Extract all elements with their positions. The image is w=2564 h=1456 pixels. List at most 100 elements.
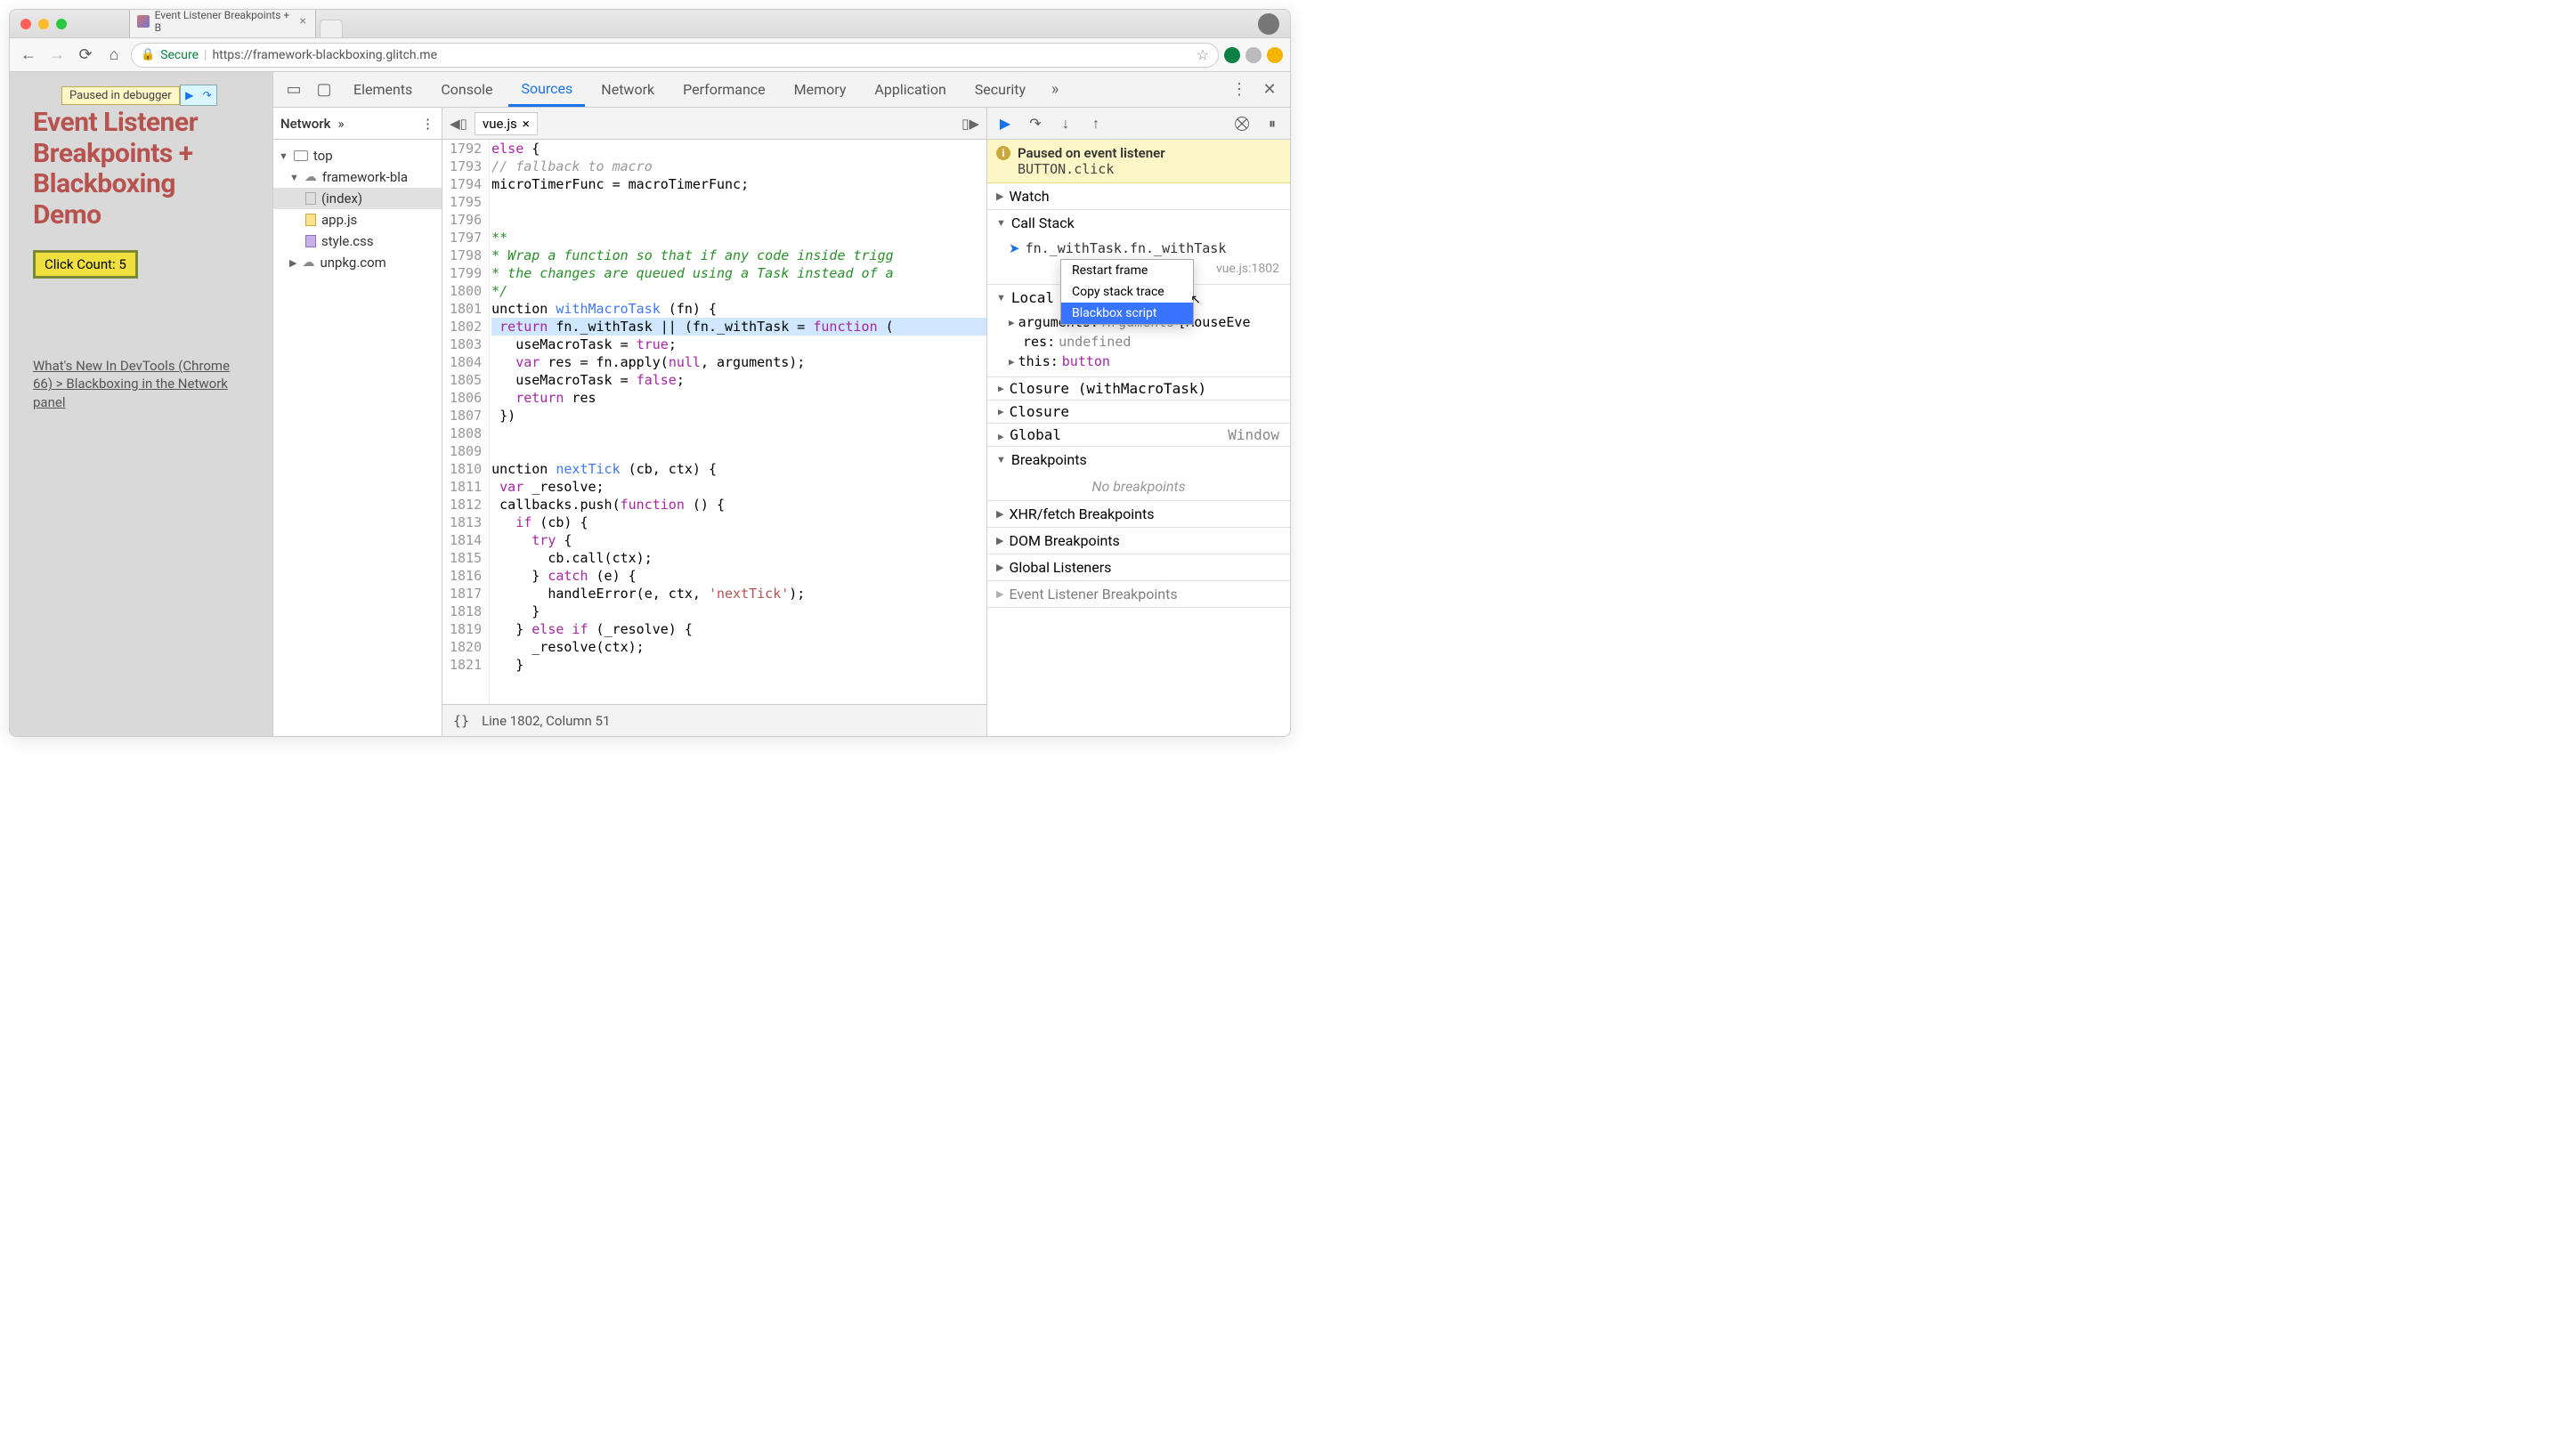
breakpoints-section-header[interactable]: ▼Breakpoints xyxy=(987,447,1290,473)
editor-pane: ◀▯ vue.js × ▯▶ 1792179317941795179617971… xyxy=(442,108,987,736)
editor-tab-label: vue.js xyxy=(483,116,517,132)
devtools-tab-memory[interactable]: Memory xyxy=(782,74,859,105)
step-out-icon[interactable]: ↑ xyxy=(1083,111,1108,136)
tree-domain[interactable]: ▼☁framework-bla xyxy=(273,166,442,188)
devtools-tab-elements[interactable]: Elements xyxy=(341,74,425,105)
devtools-tab-application[interactable]: Application xyxy=(862,74,958,105)
tree-domain-unpkg[interactable]: ▶☁unpkg.com xyxy=(273,252,442,273)
file-tree: ▼top ▼☁framework-bla (index) app.js styl… xyxy=(273,140,442,279)
close-devtools-icon[interactable]: ✕ xyxy=(1256,77,1283,103)
lock-icon: 🔒 xyxy=(141,48,155,61)
extension-green-icon[interactable] xyxy=(1224,47,1240,63)
step-over-icon[interactable]: ↷ xyxy=(1023,111,1048,136)
show-navigator-icon[interactable]: ◀▯ xyxy=(448,113,469,134)
devtools-tab-performance[interactable]: Performance xyxy=(670,74,778,105)
extension-gray-icon[interactable] xyxy=(1245,47,1262,63)
forward-button[interactable]: → xyxy=(45,44,69,67)
close-window-icon[interactable] xyxy=(20,19,31,29)
deactivate-breakpoints-icon[interactable]: ⛒ xyxy=(1229,111,1254,136)
devtools-tab-network[interactable]: Network xyxy=(588,74,667,105)
tree-file-stylecss[interactable]: style.css xyxy=(273,231,442,252)
new-tab-button[interactable] xyxy=(320,20,343,37)
click-count-button[interactable]: Click Count: 5 xyxy=(33,250,138,279)
browser-toolbar: ← → ⟳ ⌂ 🔒 Secure | https://framework-bla… xyxy=(10,38,1290,72)
back-button[interactable]: ← xyxy=(17,44,40,67)
browser-tab[interactable]: Event Listener Breakpoints + B × xyxy=(129,9,316,37)
devtools-tab-security[interactable]: Security xyxy=(962,74,1038,105)
extension-orange-icon[interactable] xyxy=(1267,47,1283,63)
tree-file-index[interactable]: (index) xyxy=(273,188,442,209)
tree-file-appjs[interactable]: app.js xyxy=(273,209,442,231)
secure-label: Secure xyxy=(160,48,199,62)
kebab-menu-icon[interactable]: ⋮ xyxy=(1226,77,1253,103)
call-stack-frame[interactable]: ➤fn._withTask.fn._withTask xyxy=(987,238,1290,259)
scope-global[interactable]: ▶ GlobalWindow xyxy=(987,424,1290,446)
context-menu-blackbox-script[interactable]: Blackbox script xyxy=(1061,303,1193,324)
no-breakpoints-label: No breakpoints xyxy=(987,473,1290,500)
window-titlebar: Event Listener Breakpoints + B × xyxy=(10,10,1290,38)
cloud-icon: ☁ xyxy=(302,255,314,270)
reload-button[interactable]: ⟳ xyxy=(74,44,97,67)
pretty-print-icon[interactable]: {} xyxy=(453,713,469,729)
dom-breakpoints-header[interactable]: ▶DOM Breakpoints xyxy=(987,528,1290,554)
scope-closure1[interactable]: ▶Closure (withMacroTask) xyxy=(987,377,1290,400)
device-toggle-icon[interactable]: ▢ xyxy=(311,77,337,103)
close-tab-icon[interactable]: × xyxy=(300,14,306,28)
devtools-tab-console[interactable]: Console xyxy=(428,74,505,105)
url-text: https://framework-blackboxing.glitch.me xyxy=(212,48,437,62)
current-frame-icon: ➤ xyxy=(1009,240,1020,256)
pause-exceptions-icon[interactable]: ⏸ xyxy=(1260,111,1285,136)
cursor-position: Line 1802, Column 51 xyxy=(482,713,610,729)
cloud-icon: ☁ xyxy=(304,170,317,184)
event-listener-breakpoints-header[interactable]: ▶Event Listener Breakpoints xyxy=(987,581,1290,607)
profile-avatar-icon[interactable] xyxy=(1258,13,1279,35)
devtools-tab-sources[interactable]: Sources xyxy=(508,73,585,107)
inspect-element-icon[interactable]: ▭ xyxy=(280,77,307,103)
more-tabs-icon[interactable]: » xyxy=(1042,77,1068,103)
context-menu-copy-stack[interactable]: Copy stack trace xyxy=(1061,281,1193,303)
devtools-panel: ▭ ▢ ElementsConsoleSourcesNetworkPerform… xyxy=(272,72,1290,736)
devtools-tabbar: ▭ ▢ ElementsConsoleSourcesNetworkPerform… xyxy=(273,72,1290,108)
show-debugger-icon[interactable]: ▯▶ xyxy=(960,113,981,134)
overlay-step-icon[interactable]: ↷ xyxy=(199,85,216,105)
navigator-menu-icon[interactable]: ⋮ xyxy=(421,116,434,132)
file-icon xyxy=(305,192,316,205)
context-menu-restart-frame[interactable]: Restart frame xyxy=(1061,260,1193,281)
editor-tab[interactable]: vue.js × xyxy=(475,112,538,135)
global-listeners-header[interactable]: ▶Global Listeners xyxy=(987,554,1290,580)
debugger-paused-label: Paused in debugger xyxy=(61,86,180,105)
scope-closure2[interactable]: ▶Closure xyxy=(987,400,1290,423)
address-bar[interactable]: 🔒 Secure | https://framework-blackboxing… xyxy=(131,43,1219,68)
browser-window: Event Listener Breakpoints + B × ← → ⟳ ⌂… xyxy=(9,9,1291,737)
js-file-icon xyxy=(305,214,316,226)
maximize-window-icon[interactable] xyxy=(56,19,67,29)
page-heading: Event Listener Breakpoints + Blackboxing… xyxy=(33,108,249,231)
debugger-pane: ▶ ↷ ↓ ↑ ⛒ ⏸ iPaused on event listener BU… xyxy=(987,108,1290,736)
frame-location[interactable]: vue.js:1802 xyxy=(1216,262,1279,276)
context-menu: Restart frame Copy stack trace Blackbox … xyxy=(1060,259,1194,325)
overlay-resume-icon[interactable]: ▶ xyxy=(181,85,199,105)
navigator-tab-label[interactable]: Network xyxy=(280,116,330,132)
devtools-body: Network » ⋮ ▼top ▼☁framework-bla (index)… xyxy=(273,108,1290,736)
step-into-icon[interactable]: ↓ xyxy=(1053,111,1078,136)
watch-section-header[interactable]: ▶Watch xyxy=(987,183,1290,209)
scope-var-res[interactable]: res: undefined xyxy=(987,332,1290,352)
callstack-section-header[interactable]: ▼Call Stack xyxy=(987,210,1290,236)
info-icon: i xyxy=(996,146,1010,160)
debugger-toolbar: ▶ ↷ ↓ ↑ ⛒ ⏸ xyxy=(987,108,1290,140)
home-button[interactable]: ⌂ xyxy=(102,44,126,67)
bookmark-star-icon[interactable]: ☆ xyxy=(1197,46,1209,63)
scope-var-this[interactable]: ▶this: button xyxy=(987,352,1290,371)
tree-top[interactable]: ▼top xyxy=(273,145,442,166)
close-editor-tab-icon[interactable]: × xyxy=(523,116,530,132)
xhr-breakpoints-header[interactable]: ▶XHR/fetch Breakpoints xyxy=(987,501,1290,527)
window-controls xyxy=(20,19,67,29)
url-separator: | xyxy=(204,48,207,62)
navigator-pane: Network » ⋮ ▼top ▼☁framework-bla (index)… xyxy=(273,108,442,736)
navigator-more-icon[interactable]: » xyxy=(337,116,344,132)
minimize-window-icon[interactable] xyxy=(38,19,49,29)
resume-button-icon[interactable]: ▶ xyxy=(993,111,1018,136)
code-editor[interactable]: 1792179317941795179617971798179918001801… xyxy=(442,140,986,704)
folder-icon xyxy=(294,150,308,161)
page-link[interactable]: What's New In DevTools (Chrome 66) > Bla… xyxy=(33,357,249,411)
